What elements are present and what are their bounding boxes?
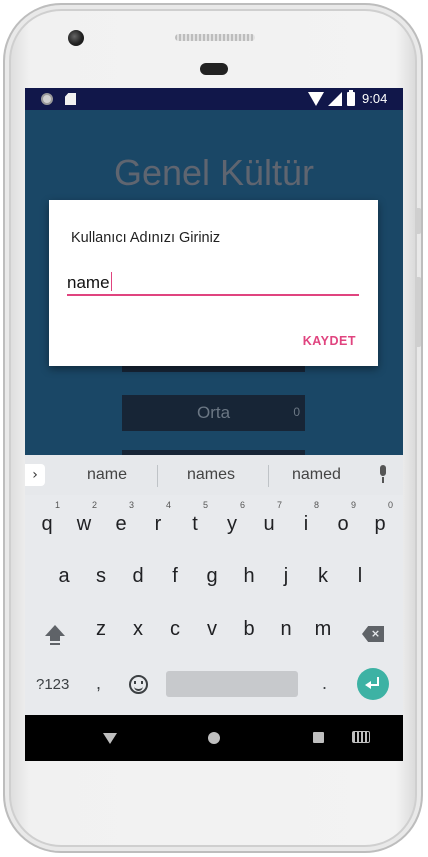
status-bar: 9:04 (25, 88, 403, 110)
device-screen: 9:04 Genel Kültür Orta 0 Kullanıcı Adını… (25, 88, 403, 761)
suggestion-strip: › name names named (25, 455, 403, 495)
back-icon[interactable] (103, 733, 117, 744)
key-g[interactable]: g (197, 555, 227, 597)
divider (268, 465, 269, 487)
period-key[interactable]: . (322, 673, 327, 694)
key-d[interactable]: d (123, 555, 153, 597)
suggestion-item[interactable]: names (187, 466, 235, 484)
app-title: Genel Kültür (113, 152, 315, 193)
cell-signal-icon (328, 92, 342, 106)
key-i[interactable]: i8 (291, 500, 321, 545)
earpiece-speaker (175, 34, 255, 41)
key-y[interactable]: y6 (217, 500, 247, 545)
key-p[interactable]: p0 (365, 500, 395, 545)
comma-key[interactable]: , (96, 673, 101, 694)
menu-button-count: 0 (293, 405, 300, 419)
key-n[interactable]: n (271, 608, 301, 650)
chevron-right-icon[interactable]: › (25, 464, 45, 486)
key-h[interactable]: h (234, 555, 264, 597)
key-q[interactable]: q1 (32, 500, 62, 545)
key-a[interactable]: a (49, 555, 79, 597)
divider (157, 465, 158, 487)
key-w[interactable]: w2 (69, 500, 99, 545)
key-e[interactable]: e3 (106, 500, 136, 545)
notification-icon (41, 93, 53, 105)
suggestion-item[interactable]: named (292, 466, 341, 484)
save-button[interactable]: KAYDET (303, 334, 356, 348)
key-m[interactable]: m (308, 608, 338, 650)
wifi-icon (308, 92, 324, 106)
battery-icon (347, 90, 355, 106)
enter-arrow-icon (365, 676, 381, 692)
proximity-sensor (200, 63, 228, 75)
symbols-key[interactable]: ?123 (36, 676, 69, 693)
key-j[interactable]: j (271, 555, 301, 597)
sd-card-icon (65, 93, 76, 105)
shift-icon[interactable] (45, 625, 65, 645)
enter-button[interactable] (357, 668, 389, 700)
soft-keyboard: › name names named q1 w2 e3 r4 t5 y6 u7 … (25, 455, 403, 715)
recent-apps-icon[interactable] (313, 732, 324, 743)
emoji-icon[interactable] (129, 675, 148, 694)
text-caret (110, 272, 112, 291)
username-input-value: name (67, 273, 110, 292)
front-camera (68, 30, 84, 46)
key-v[interactable]: v (197, 608, 227, 650)
key-l[interactable]: l (345, 555, 375, 597)
navigation-bar (25, 715, 403, 761)
power-button (415, 208, 421, 234)
key-o[interactable]: o9 (328, 500, 358, 545)
home-icon[interactable] (208, 732, 220, 744)
menu-button-orta[interactable]: Orta 0 (122, 395, 305, 431)
backspace-icon[interactable]: × (362, 626, 384, 642)
key-t[interactable]: t5 (180, 500, 210, 545)
key-c[interactable]: c (160, 608, 190, 650)
key-x[interactable]: x (123, 608, 153, 650)
keyboard-switch-icon[interactable] (352, 731, 370, 743)
username-dialog: Kullanıcı Adınızı Giriniz name KAYDET (49, 200, 378, 366)
key-b[interactable]: b (234, 608, 264, 650)
username-input[interactable]: name (67, 270, 359, 296)
key-k[interactable]: k (308, 555, 338, 597)
key-u[interactable]: u7 (254, 500, 284, 545)
status-time: 9:04 (362, 91, 388, 106)
key-z[interactable]: z (86, 608, 116, 650)
microphone-icon[interactable] (377, 465, 389, 485)
dialog-title: Kullanıcı Adınızı Giriniz (71, 230, 221, 246)
key-r[interactable]: r4 (143, 500, 173, 545)
key-s[interactable]: s (86, 555, 116, 597)
menu-button-label: Orta (196, 403, 231, 422)
suggestion-item[interactable]: name (87, 466, 127, 484)
spacebar[interactable] (166, 671, 298, 697)
key-f[interactable]: f (160, 555, 190, 597)
volume-button (415, 277, 421, 347)
